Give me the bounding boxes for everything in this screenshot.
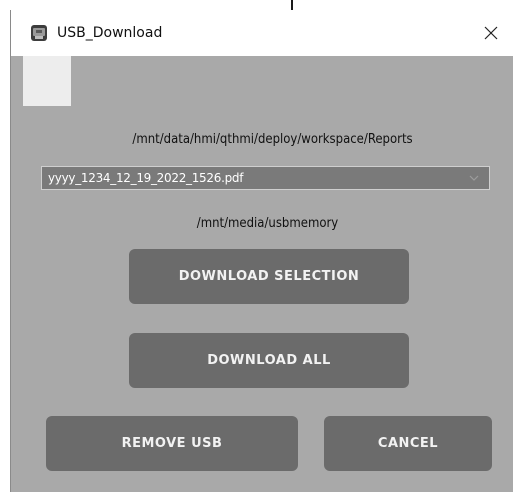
selected-file-value: yyyy_1234_12_19_2022_1526.pdf [48,171,244,185]
title-bar[interactable]: USB_Download [11,10,513,56]
window-title: USB_Download [57,25,163,41]
desktop-divider [291,0,293,10]
usb-app-icon [31,25,47,41]
status-indicator-box [23,56,71,106]
close-icon [484,26,498,40]
destination-path-label: /mnt/media/usbmemory [196,216,339,231]
report-file-dropdown[interactable]: yyyy_1234_12_19_2022_1526.pdf [41,166,490,190]
source-path-label: /mnt/data/hmi/qthmi/deploy/workspace/Rep… [132,132,413,147]
download-selection-button[interactable]: DOWNLOAD SELECTION [129,249,409,304]
remove-usb-button[interactable]: REMOVE USB [46,416,298,471]
cancel-button[interactable]: CANCEL [324,416,492,471]
close-button[interactable] [468,10,513,56]
download-all-button[interactable]: DOWNLOAD ALL [129,333,409,388]
usb-download-dialog: USB_Download /mnt/data/hmi/qthmi/deploy/… [10,10,513,492]
chevron-down-icon [469,175,479,181]
desktop-background [0,0,10,492]
